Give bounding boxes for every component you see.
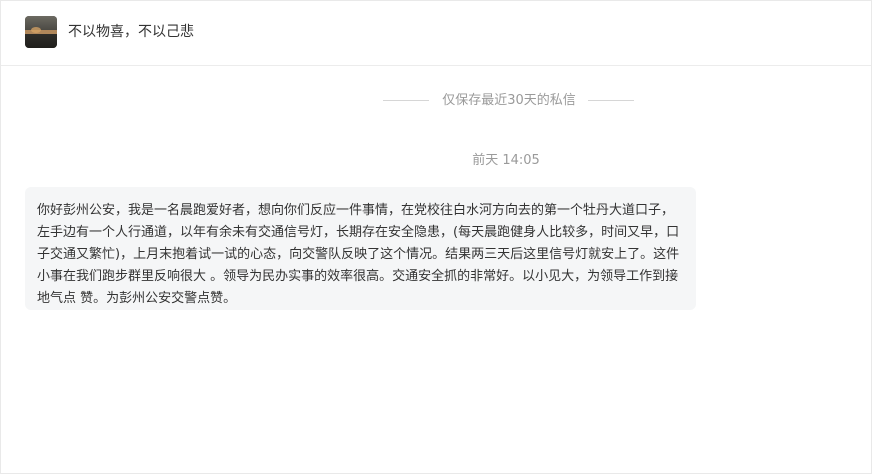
- divider-right: [588, 100, 634, 101]
- retention-notice-text: 仅保存最近30天的私信: [442, 93, 576, 108]
- retention-notice: 仅保存最近30天的私信: [1, 90, 871, 112]
- message-bubble: 你好彭州公安，我是一名晨跑爱好者，想向你们反应一件事情，在党校往白水河方向去的第…: [25, 187, 696, 310]
- divider-left: [383, 100, 429, 101]
- chat-header: 不以物喜，不以己悲: [1, 1, 871, 66]
- avatar-ground: [25, 34, 57, 48]
- message-text: 你好彭州公安，我是一名晨跑爱好者，想向你们反应一件事情，在党校往白水河方向去的第…: [37, 203, 680, 306]
- chat-window: 不以物喜，不以己悲 仅保存最近30天的私信 前天 14:05 你好彭州公安，我是…: [0, 0, 872, 474]
- message-timestamp: 前天 14:05: [472, 153, 540, 168]
- avatar-light: [31, 27, 41, 33]
- avatar[interactable]: [25, 16, 57, 48]
- avatar-sky: [25, 16, 57, 30]
- contact-name[interactable]: 不以物喜，不以己悲: [68, 22, 194, 42]
